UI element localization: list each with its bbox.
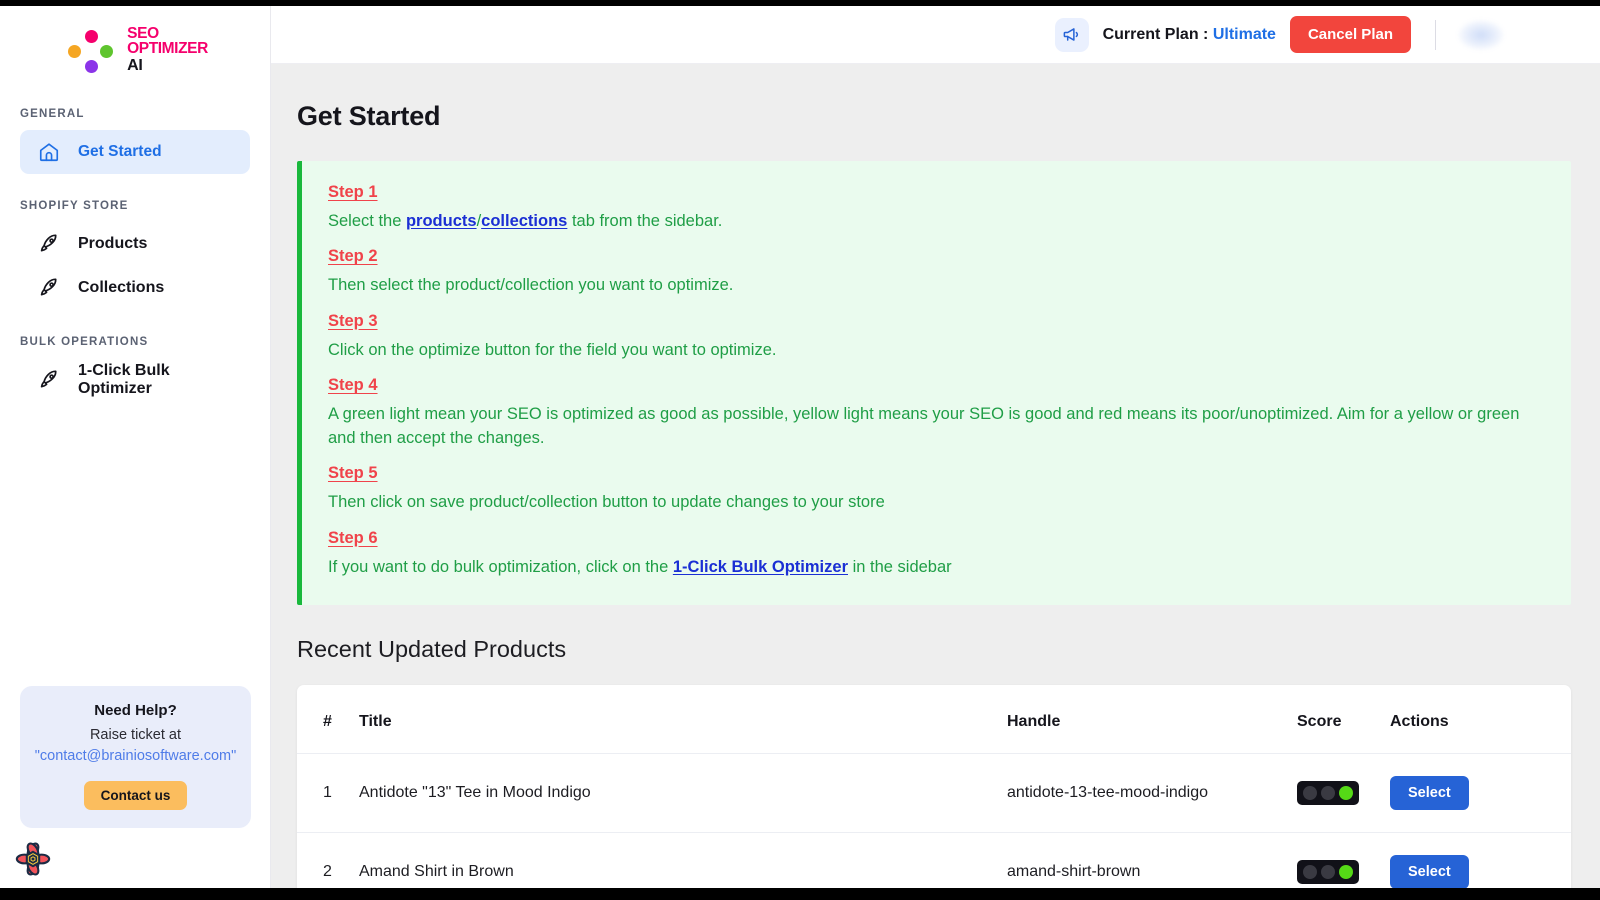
sidebar-item-get-started[interactable]: Get Started bbox=[20, 130, 250, 174]
screen-bottom-bezel bbox=[0, 888, 1600, 900]
sidebar-item-label: 1-Click Bulk Optimizer bbox=[78, 362, 170, 397]
help-card: Need Help? Raise ticket at "contact@brai… bbox=[20, 685, 251, 828]
step-heading-2[interactable]: Step 2 bbox=[328, 247, 378, 266]
traffic-light-green-on bbox=[1339, 785, 1353, 800]
cell-handle: amand-shirt-brown bbox=[1007, 862, 1141, 880]
cell-handle: antidote-13-tee-mood-indigo bbox=[1007, 753, 1297, 833]
plan-cluster: Current Plan : Ultimate Cancel Plan bbox=[1054, 16, 1411, 53]
cell-title: Amand Shirt in Brown bbox=[359, 862, 514, 880]
cell-title: Antidote "13" Tee in Mood Indigo bbox=[359, 753, 1007, 833]
page-title: Get Started bbox=[297, 101, 441, 131]
column-header-title: Title bbox=[359, 684, 1007, 754]
sidebar-item-label: Products bbox=[78, 235, 148, 252]
plan-label: Current Plan : bbox=[1102, 25, 1209, 43]
step-body-6: If you want to do bulk optimization, cli… bbox=[328, 556, 1543, 579]
help-email[interactable]: "contact@brainiosoftware.com" bbox=[32, 746, 239, 767]
cancel-plan-button[interactable]: Cancel Plan bbox=[1289, 16, 1411, 53]
home-icon bbox=[36, 139, 62, 165]
step-6-text-before: If you want to do bulk optimization, cli… bbox=[328, 557, 673, 576]
sidebar-item-collections[interactable]: Collections bbox=[28, 266, 250, 310]
megaphone-icon[interactable] bbox=[1054, 17, 1089, 52]
traffic-light-green-on bbox=[1339, 864, 1353, 879]
sidebar-item-label: Get Started bbox=[78, 143, 162, 160]
step-heading-3[interactable]: Step 3 bbox=[328, 312, 378, 331]
traffic-light-amber-off bbox=[1321, 785, 1335, 800]
traffic-light-red-off bbox=[1303, 785, 1317, 800]
seo-score-traffic-light bbox=[1297, 859, 1359, 884]
cell-index: 2 bbox=[323, 862, 332, 880]
recent-products-table-card: # Title Handle Score Actions 1 Antidote … bbox=[297, 684, 1571, 888]
sidebar-item-label: Collections bbox=[78, 279, 165, 296]
step-body-3: Click on the optimize button for the fie… bbox=[328, 340, 777, 359]
app-viewport: SEO OPTIMIZER AI GENERAL Get Started SHO… bbox=[0, 0, 1600, 900]
select-button[interactable]: Select bbox=[1390, 775, 1469, 810]
help-title: Need Help? bbox=[94, 701, 177, 719]
step-heading-1[interactable]: Step 1 bbox=[328, 183, 378, 202]
app-logo[interactable]: SEO OPTIMIZER AI bbox=[0, 6, 270, 82]
rocket-icon bbox=[36, 367, 62, 393]
sidebar-item-products[interactable]: Products bbox=[28, 222, 250, 266]
logo-dots-icon bbox=[62, 24, 119, 78]
products-link[interactable]: products bbox=[406, 212, 477, 230]
table-row: 1 Antidote "13" Tee in Mood Indigo antid… bbox=[297, 753, 1571, 833]
step-heading-4[interactable]: Step 4 bbox=[328, 376, 378, 395]
main-content: Get Started Step 1 Select the products/c… bbox=[271, 64, 1600, 888]
step-heading-5[interactable]: Step 5 bbox=[328, 464, 378, 483]
select-button[interactable]: Select bbox=[1390, 854, 1469, 888]
step-heading-6[interactable]: Step 6 bbox=[328, 529, 378, 548]
step-1-text-before: Select the bbox=[328, 212, 406, 230]
rocket-icon bbox=[36, 231, 62, 257]
cell-actions: Select bbox=[1390, 753, 1571, 833]
column-header-index: # bbox=[297, 684, 359, 754]
cell-score bbox=[1297, 753, 1390, 833]
column-header-handle: Handle bbox=[1007, 684, 1297, 754]
sidebar-section-bulk-operations: BULK OPERATIONS bbox=[20, 336, 149, 348]
logo-text-ai: AI bbox=[127, 56, 143, 74]
logo-text-optimizer: OPTIMIZER bbox=[127, 39, 208, 57]
step-body-4: A green light mean your SEO is optimized… bbox=[328, 405, 1520, 447]
cell-index: 1 bbox=[297, 753, 359, 833]
step-body-1: Select the products/collections tab from… bbox=[328, 210, 1543, 233]
collections-link[interactable]: collections bbox=[481, 212, 567, 230]
traffic-light-amber-off bbox=[1321, 864, 1335, 879]
plan-status: Current Plan : Ultimate bbox=[1103, 26, 1276, 44]
sidebar-item-bulk-optimizer[interactable]: 1-Click Bulk Optimizer bbox=[28, 358, 250, 402]
step-6-text-after: in the sidebar bbox=[848, 557, 952, 576]
contact-us-button[interactable]: Contact us bbox=[83, 781, 188, 810]
topbar-divider bbox=[1435, 19, 1436, 50]
bulk-optimizer-link[interactable]: 1-Click Bulk Optimizer bbox=[673, 558, 848, 576]
sidebar-section-shopify-store: SHOPIFY STORE bbox=[20, 200, 129, 212]
cell-actions: Select bbox=[1390, 832, 1571, 888]
sidebar: SEO OPTIMIZER AI GENERAL Get Started SHO… bbox=[0, 6, 271, 888]
seo-score-traffic-light bbox=[1297, 780, 1359, 805]
rocket-icon bbox=[36, 275, 62, 301]
avatar[interactable] bbox=[1458, 19, 1504, 50]
recent-products-title: Recent Updated Products bbox=[297, 635, 567, 662]
getting-started-steps-card: Step 1 Select the products/collections t… bbox=[297, 161, 1571, 605]
column-header-score: Score bbox=[1297, 684, 1390, 754]
step-body-2: Then select the product/collection you w… bbox=[328, 276, 734, 295]
traffic-light-red-off bbox=[1303, 864, 1317, 879]
table-header-row: # Title Handle Score Actions bbox=[297, 684, 1571, 754]
step-1-text-after: tab from the sidebar. bbox=[567, 212, 723, 230]
sidebar-section-general: GENERAL bbox=[20, 108, 85, 120]
flower-icon[interactable] bbox=[14, 840, 52, 878]
recent-products-table: # Title Handle Score Actions 1 Antidote … bbox=[297, 684, 1571, 888]
step-body-5: Then click on save product/collection bu… bbox=[328, 493, 885, 512]
top-bar: Current Plan : Ultimate Cancel Plan bbox=[271, 6, 1600, 64]
help-subtitle: Raise ticket at bbox=[89, 726, 182, 743]
cell-score bbox=[1297, 832, 1390, 888]
column-header-actions: Actions bbox=[1390, 684, 1571, 754]
plan-value: Ultimate bbox=[1212, 25, 1276, 43]
table-row: 2 Amand Shirt in Brown amand-shirt-brown… bbox=[297, 832, 1571, 888]
